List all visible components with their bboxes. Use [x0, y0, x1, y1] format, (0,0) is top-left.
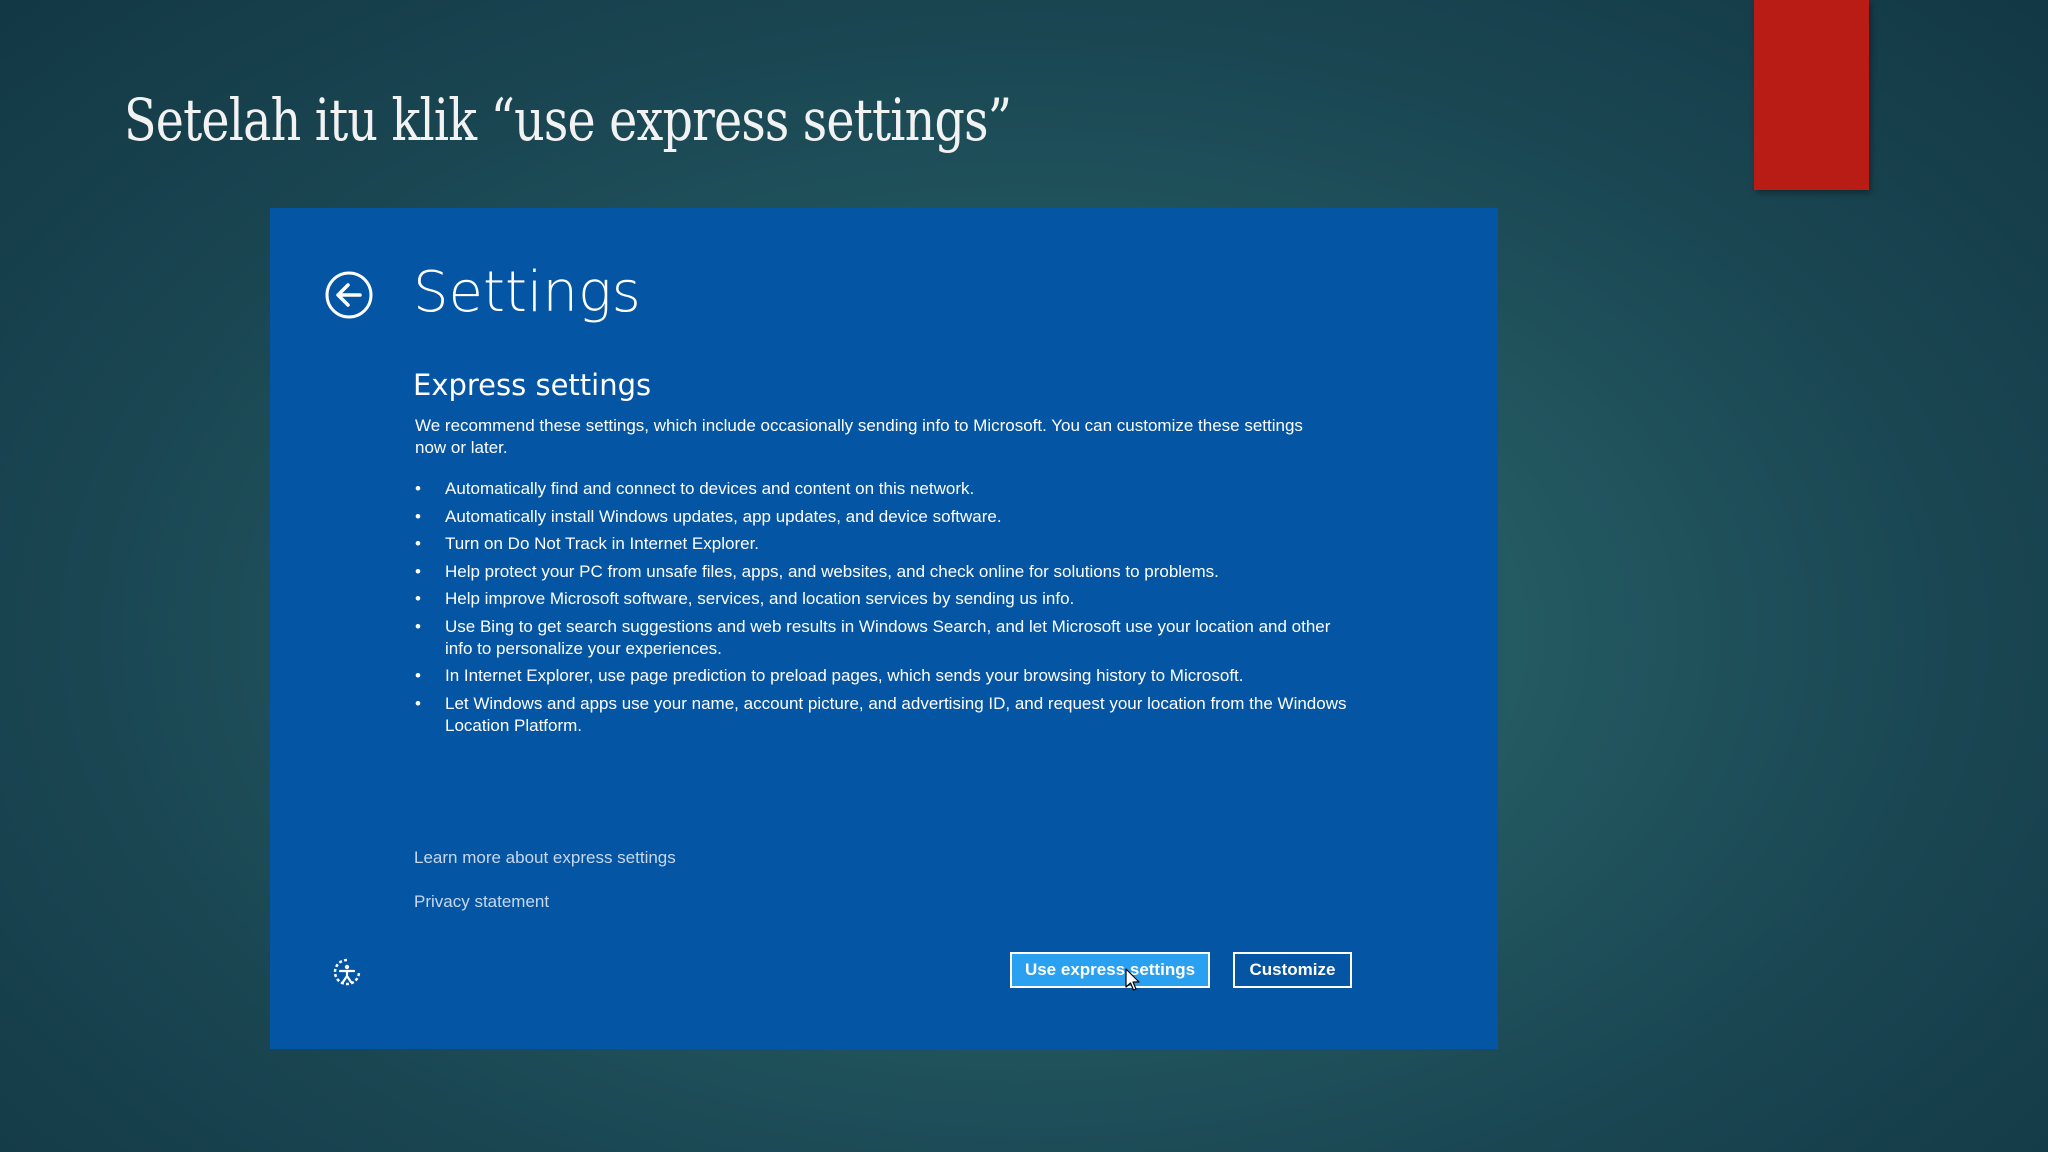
back-arrow-circle-icon	[325, 271, 373, 319]
settings-window: Settings Express settings We recommend t…	[270, 208, 1498, 1049]
list-item: Automatically find and connect to device…	[415, 478, 1355, 500]
section-heading: Express settings	[413, 368, 652, 402]
ease-of-access-button[interactable]	[331, 956, 363, 988]
mouse-pointer	[1125, 968, 1141, 992]
list-item: Turn on Do Not Track in Internet Explore…	[415, 533, 1355, 555]
slide-title: Setelah itu klik “use express settings”	[124, 86, 1012, 154]
red-accent-tab	[1754, 0, 1869, 190]
intro-text: We recommend these settings, which inclu…	[415, 416, 1303, 457]
list-item: Help improve Microsoft software, service…	[415, 588, 1355, 610]
list-item: In Internet Explorer, use page predictio…	[415, 665, 1355, 687]
customize-button[interactable]: Customize	[1233, 952, 1352, 988]
ease-of-access-icon	[333, 958, 361, 986]
back-button[interactable]	[324, 270, 374, 320]
express-settings-list: Automatically find and connect to device…	[415, 478, 1355, 742]
mouse-pointer-icon	[1125, 968, 1140, 991]
use-express-settings-button[interactable]: Use express settings	[1010, 952, 1210, 988]
list-item: Use Bing to get search suggestions and w…	[415, 616, 1355, 660]
list-item: Help protect your PC from unsafe files, …	[415, 561, 1355, 583]
privacy-statement-link[interactable]: Privacy statement	[414, 892, 549, 912]
page-title: Settings	[413, 260, 641, 325]
list-item: Let Windows and apps use your name, acco…	[415, 693, 1355, 737]
learn-more-link[interactable]: Learn more about express settings	[414, 848, 676, 868]
list-item: Automatically install Windows updates, a…	[415, 506, 1355, 528]
